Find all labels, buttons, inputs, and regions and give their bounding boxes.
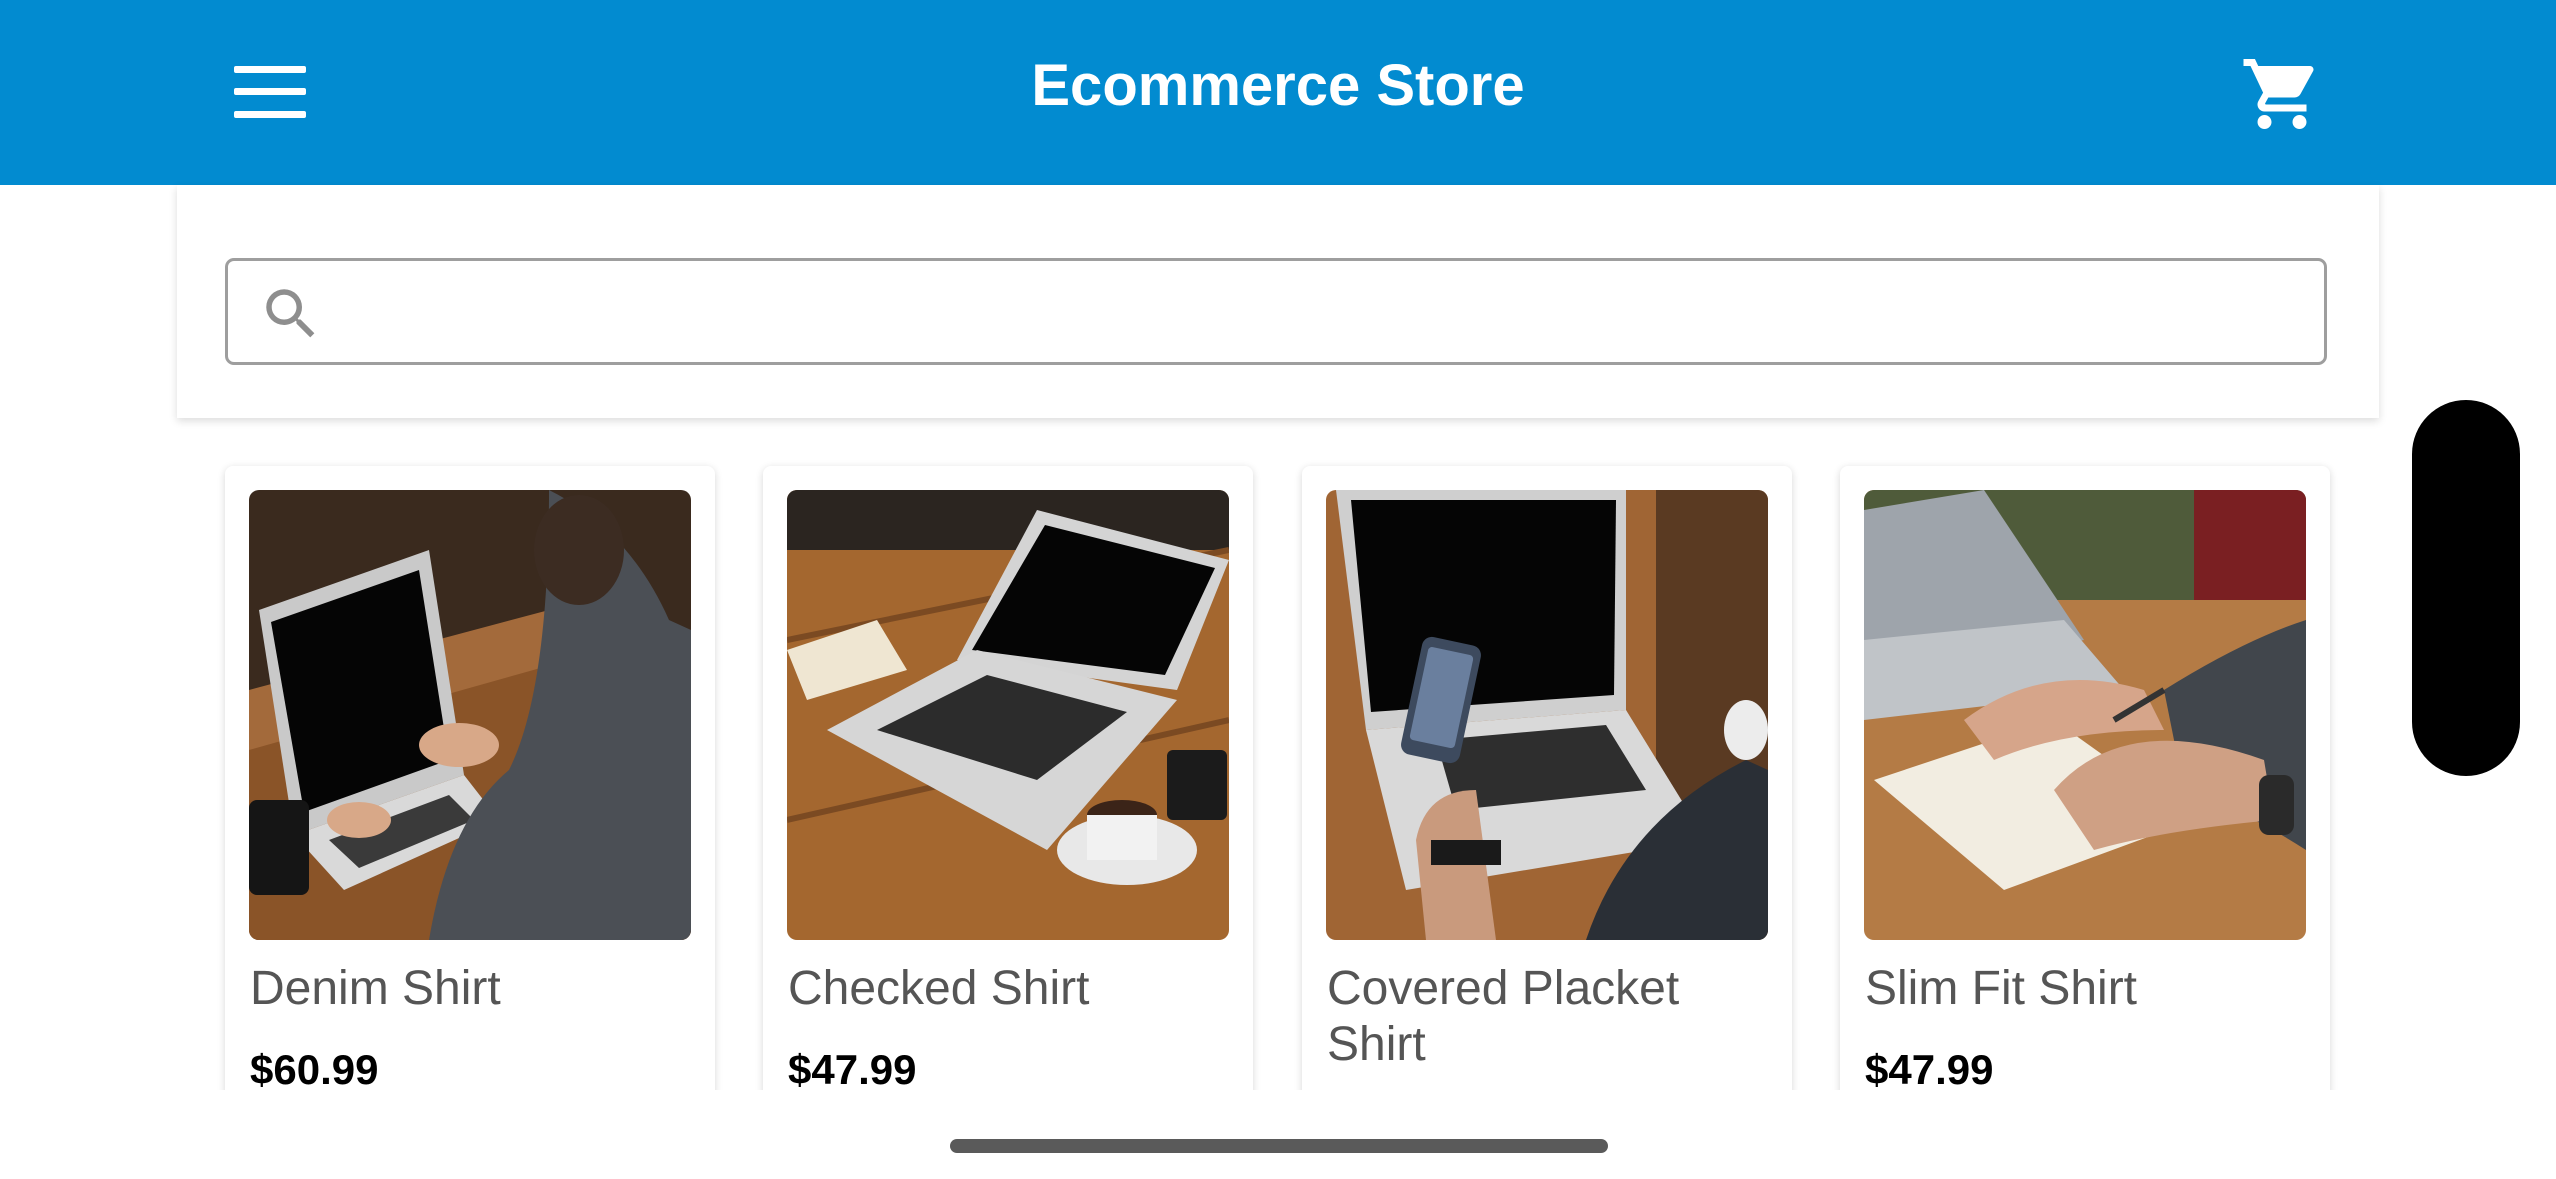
product-name: Denim Shirt (250, 962, 501, 1015)
product-price: $47.99 (788, 1046, 917, 1090)
product-card[interactable]: Checked Shirt $47.99 (763, 466, 1253, 1090)
product-card[interactable]: Slim Fit Shirt $47.99 (1840, 466, 2330, 1090)
product-image (787, 490, 1229, 940)
product-name: Slim Fit Shirt (1865, 962, 2138, 1015)
product-card[interactable]: Denim Shirt $60.99 (225, 466, 715, 1090)
product-image (249, 490, 691, 940)
product-price: $47.99 (1865, 1046, 1994, 1090)
product-image (1326, 490, 1768, 940)
product-grid: Denim Shirt $60.99 Checked Shirt $47.99 (0, 0, 2556, 1090)
scroll-handle[interactable] (2412, 400, 2520, 776)
product-price: $60.99 (250, 1046, 379, 1090)
home-indicator[interactable] (950, 1139, 1608, 1153)
product-name: Covered Placket Shirt (1327, 962, 1680, 1071)
product-image (1864, 490, 2306, 940)
product-card[interactable]: Covered Placket Shirt (1302, 466, 1792, 1090)
product-name: Checked Shirt (788, 962, 1090, 1015)
